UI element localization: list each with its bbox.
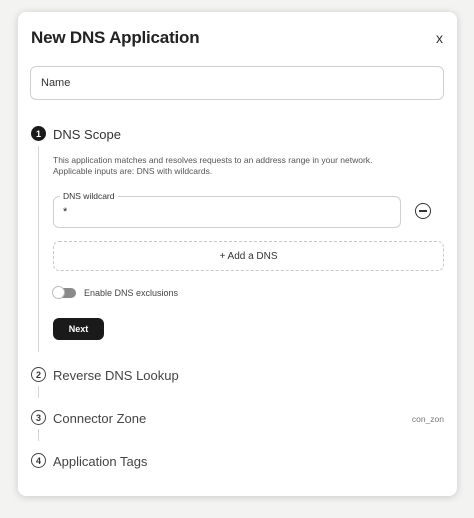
step-1-title[interactable]: DNS Scope: [53, 127, 121, 142]
dns-scope-description: This application matches and resolves re…: [53, 155, 373, 176]
dialog-title: New DNS Application: [31, 28, 200, 47]
dns-wildcard-field[interactable]: DNS wildcard: [53, 191, 401, 228]
close-button[interactable]: x: [436, 30, 443, 46]
dns-exclusions-toggle[interactable]: [52, 286, 76, 299]
step-4-number: 4: [31, 453, 46, 468]
dns-wildcard-label: DNS wildcard: [60, 191, 118, 201]
dns-wildcard-input[interactable]: [63, 206, 383, 218]
connector-zone-value: con_zon: [411, 414, 444, 424]
add-dns-button[interactable]: + Add a DNS: [53, 241, 444, 271]
dns-exclusions-label: Enable DNS exclusions: [84, 288, 179, 298]
step-3-title[interactable]: Connector Zone: [53, 411, 146, 426]
step-4-title[interactable]: Application Tags: [53, 454, 147, 469]
next-button[interactable]: Next: [53, 318, 104, 340]
step-3-connector-line: [38, 429, 39, 441]
step-1-number: 1: [31, 126, 46, 141]
step-1-connector-line: [38, 146, 39, 352]
minus-circle-icon[interactable]: [415, 203, 431, 219]
step-2-number: 2: [31, 367, 46, 382]
new-dns-application-dialog: New DNS Application x 1 DNS Scope This a…: [18, 12, 457, 496]
name-input[interactable]: [30, 66, 444, 100]
step-3-number: 3: [31, 410, 46, 425]
step-2-connector-line: [38, 386, 39, 398]
step-2-title[interactable]: Reverse DNS Lookup: [53, 368, 179, 383]
